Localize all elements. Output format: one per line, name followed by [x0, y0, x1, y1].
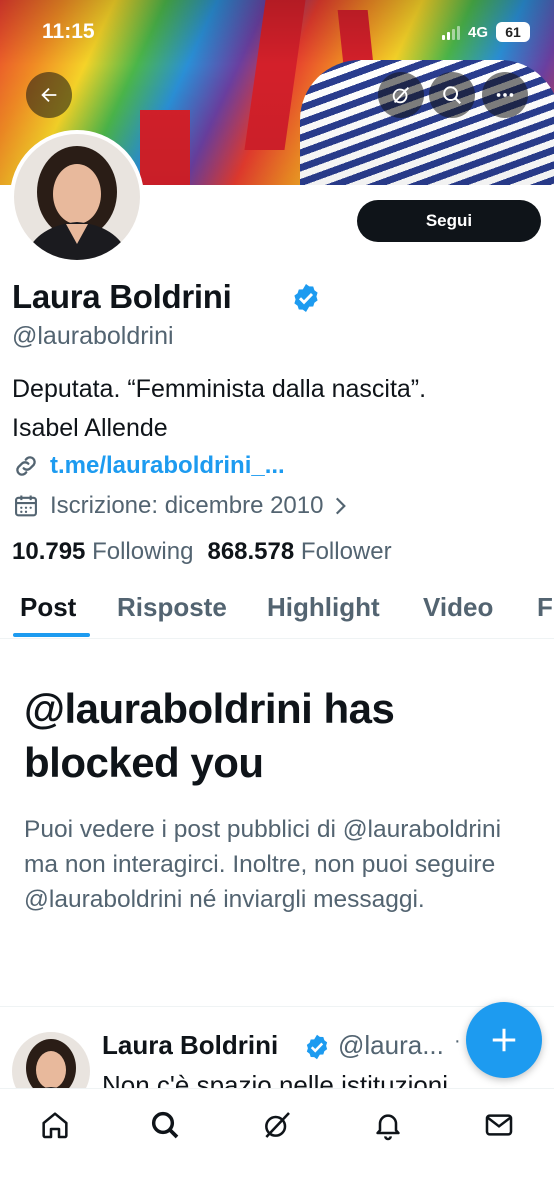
compose-button[interactable]: [466, 1002, 542, 1078]
tab-overflow[interactable]: F: [537, 592, 553, 623]
bio-line: Deputata. “Femminista dalla nascita”.: [12, 375, 427, 403]
profile-link-text[interactable]: t.me/lauraboldrini_...: [50, 452, 285, 480]
mail-icon: [485, 1114, 513, 1136]
chevron-right-icon: [336, 497, 347, 515]
joined-date[interactable]: Iscrizione: dicembre 2010: [12, 489, 353, 523]
following-count: 10.795: [12, 538, 86, 565]
profile-name: Laura Boldrini: [12, 278, 232, 315]
arrow-left-icon: [41, 87, 57, 103]
more-icon: [496, 93, 514, 97]
nav-search[interactable]: [147, 1107, 183, 1143]
bottom-navigation: [0, 1088, 554, 1201]
post-text[interactable]: Non c'è spazio nelle istituzioni: [102, 1068, 522, 1088]
network-label: 4G: [467, 24, 488, 41]
grok-icon: [392, 87, 410, 104]
back-button[interactable]: [26, 72, 72, 118]
tab-post[interactable]: Post: [20, 592, 76, 623]
profile-avatar[interactable]: [10, 130, 144, 264]
grok-icon: [265, 1112, 290, 1138]
search-icon: [443, 86, 462, 105]
grok-button[interactable]: [378, 72, 424, 118]
post-author-name: Laura Boldrini: [102, 1030, 279, 1060]
bell-icon: [376, 1114, 400, 1141]
blocked-title: @lauraboldrini has blocked you: [24, 685, 395, 786]
nav-home[interactable]: [37, 1107, 73, 1143]
banner-flag: [140, 110, 190, 185]
nav-messages[interactable]: [481, 1107, 517, 1143]
profile-link[interactable]: t.me/lauraboldrini_...: [12, 449, 285, 483]
followers-count: 868.578: [207, 538, 295, 565]
search-button[interactable]: [429, 72, 475, 118]
tab-highlight[interactable]: Highlight: [267, 592, 380, 623]
plus-icon: [492, 1028, 516, 1052]
profile-bio: Deputata. “Femminista dalla nascita”. Is…: [12, 370, 542, 448]
followers-label: Follower: [300, 538, 392, 565]
search-icon: [151, 1111, 179, 1139]
nav-grok[interactable]: [259, 1107, 295, 1143]
profile-tabs: Post Risposte Highlight Video F: [0, 580, 554, 639]
status-time: 11:15: [42, 20, 95, 43]
tab-video[interactable]: Video: [423, 592, 493, 623]
follow-button[interactable]: Segui: [357, 200, 541, 242]
followers-stat[interactable]: 868.578 Follower: [207, 538, 391, 566]
following-stat[interactable]: 10.795 Following: [12, 538, 193, 566]
signal-icon: [442, 26, 462, 40]
calendar-icon: [15, 495, 37, 517]
tab-risposte[interactable]: Risposte: [117, 592, 227, 623]
following-label: Following: [92, 538, 194, 565]
divider: [0, 1006, 554, 1007]
avatar-image: [14, 134, 140, 260]
active-tab-indicator: [13, 633, 90, 637]
link-icon: [16, 456, 36, 476]
battery-indicator: 61: [496, 22, 530, 42]
verified-badge-icon: [294, 284, 318, 312]
blocked-description: Puoi vedere i post pubblici di @laurabol…: [24, 816, 502, 913]
profile-handle: @lauraboldrini: [12, 322, 174, 350]
more-button[interactable]: [482, 72, 528, 118]
verified-badge-icon: [306, 1034, 328, 1060]
joined-text: Iscrizione: dicembre 2010: [50, 492, 324, 519]
follow-stats: 10.795 Following 868.578 Follower: [12, 538, 392, 566]
bio-line: Isabel Allende: [12, 414, 168, 442]
nav-notifications[interactable]: [370, 1107, 406, 1143]
home-icon: [42, 1112, 68, 1139]
status-bar: 11:15 4G 61: [0, 0, 554, 64]
post-separator: ·: [454, 1030, 461, 1052]
post-author-handle: @laura...: [338, 1030, 444, 1060]
